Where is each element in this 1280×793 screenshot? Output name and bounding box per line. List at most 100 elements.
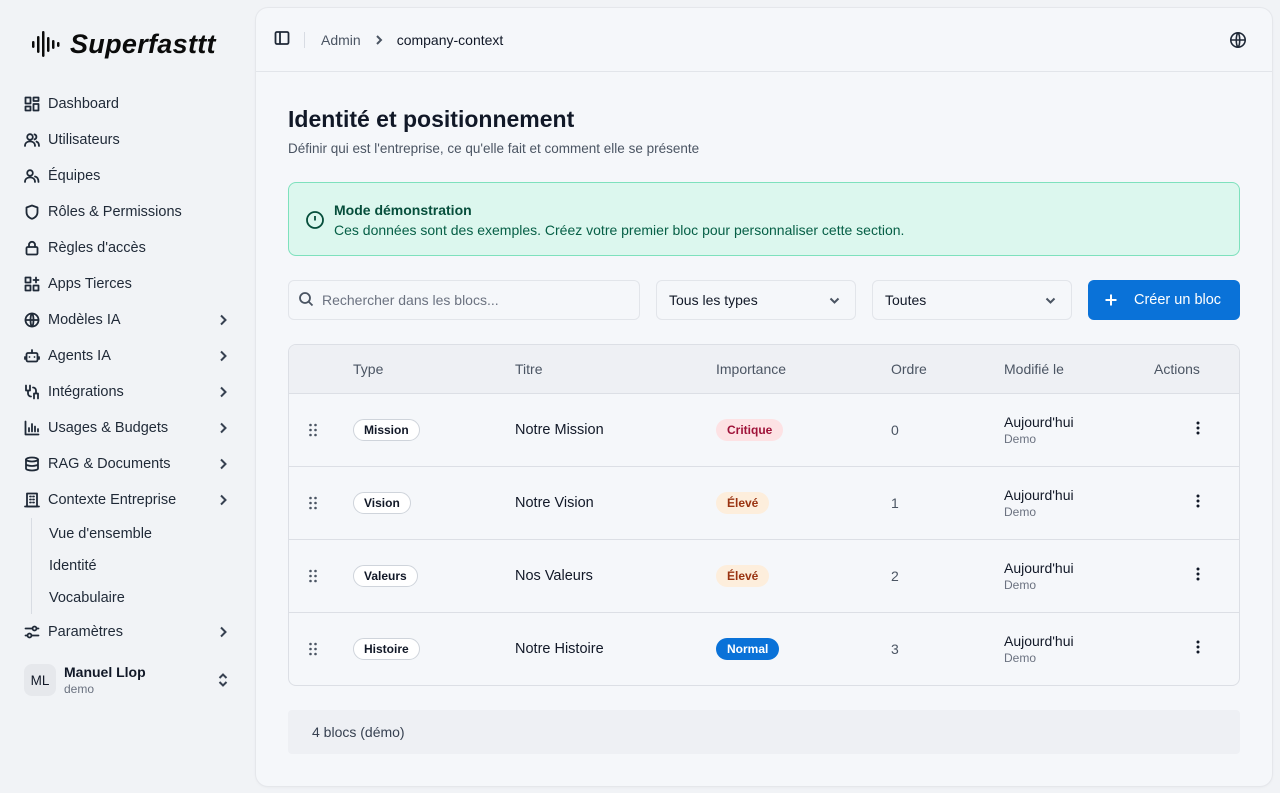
sidebar-item-usages[interactable]: Usages & Budgets (16, 410, 240, 446)
importance-filter-value: Toutes (885, 292, 927, 308)
order-value: 1 (891, 465, 1004, 539)
sidebar-item-integrations[interactable]: Intégrations (16, 374, 240, 410)
user-role: demo (64, 682, 95, 696)
sidebar-item-label: Usages & Budgets (48, 420, 169, 436)
users-icon (24, 132, 40, 148)
sidebar-item-regles[interactable]: Règles d'accès (16, 230, 240, 266)
plus-icon (1104, 293, 1118, 307)
col-type[interactable]: Type (353, 345, 515, 394)
col-title[interactable]: Titre (515, 345, 716, 394)
col-drag (289, 345, 353, 394)
col-order[interactable]: Ordre (891, 345, 1004, 394)
more-actions-icon[interactable] (1191, 494, 1205, 512)
importance-badge: Élevé (716, 564, 770, 587)
sidebar-item-agents-ia[interactable]: Agents IA (16, 338, 240, 374)
create-block-label: Créer un bloc (1134, 292, 1222, 308)
col-importance[interactable]: Importance (716, 345, 891, 394)
order-value: 0 (891, 421, 899, 438)
chevron-down-icon (1044, 294, 1057, 310)
sidebar-subitem-vue-ensemble[interactable]: Vue d'ensemble (49, 518, 240, 550)
page-title: Identité et positionnement (288, 106, 575, 132)
chevron-right-icon (216, 457, 230, 471)
sidebar-item-equipes[interactable]: Équipes (16, 158, 240, 194)
sidebar-item-dashboard[interactable]: Dashboard (16, 86, 240, 122)
alert-text: Ces données sont des exemples. Créez vot… (334, 222, 905, 238)
integrations-icon (24, 384, 40, 400)
block-title[interactable]: Nos Valeurs (515, 538, 716, 612)
sidebar-toggle-icon[interactable] (274, 30, 290, 49)
type-filter-value: Tous les types (669, 292, 758, 308)
dashboard-icon (24, 96, 40, 112)
search-box[interactable] (288, 280, 640, 320)
more-actions-icon[interactable] (1191, 640, 1205, 658)
shield-icon (24, 204, 40, 220)
sidebar-item-label: Intégrations (48, 384, 124, 400)
importance-filter-select[interactable]: Toutes (872, 280, 1072, 320)
sidebar-subitem-vocabulaire[interactable]: Vocabulaire (49, 582, 240, 614)
lock-icon (24, 240, 40, 256)
blocks-table: Type Titre Importance Ordre Modifié le A… (288, 344, 1240, 686)
sidebar-item-label: Équipes (48, 168, 101, 184)
sidebar-item-label: Dashboard (48, 96, 119, 112)
demo-mode-alert: Mode démonstration Ces données sont des … (288, 182, 1240, 256)
type-filter-select[interactable]: Tous les types (656, 280, 856, 320)
app-name: Superfasttt (70, 28, 216, 59)
sidebar-item-contexte[interactable]: Contexte Entreprise (16, 482, 240, 518)
table-body: Mission Notre Mission Critique 0 Aujourd… (289, 393, 1239, 685)
table-row[interactable]: Vision Notre Vision Élevé 1 Aujourd'hui D… (289, 465, 1239, 539)
type-badge: Mission (353, 418, 420, 441)
sidebar-item-apps[interactable]: Apps Tierces (16, 266, 240, 302)
table-row[interactable]: Histoire Notre Histoire Normal 3 Aujourd… (289, 611, 1239, 685)
database-icon (24, 456, 40, 472)
search-icon (298, 291, 314, 310)
sidebar-item-modeles-ia[interactable]: Modèles IA (16, 302, 240, 338)
top-bar: Admin company-context (256, 8, 1272, 72)
logo-icon (32, 31, 60, 57)
col-modified[interactable]: Modifié le (1004, 345, 1154, 394)
importance-badge: Élevé (716, 491, 770, 514)
create-block-button[interactable]: Créer un bloc (1088, 280, 1240, 320)
modified-by: Demo (1004, 577, 1037, 592)
block-title[interactable]: Notre Mission (515, 393, 716, 466)
breadcrumb-admin[interactable]: Admin (321, 32, 361, 48)
chevron-right-icon (216, 421, 230, 435)
modified-by: Demo (1004, 650, 1037, 665)
block-title[interactable]: Notre Histoire (515, 611, 716, 685)
sidebar-item-utilisateurs[interactable]: Utilisateurs (16, 122, 240, 158)
more-actions-icon[interactable] (1191, 421, 1205, 439)
drag-handle-icon[interactable] (289, 496, 319, 513)
user-info: Manuel Llop demo (64, 664, 146, 696)
sidebar: Superfasttt Dashboard Utilisateurs Équip… (0, 0, 256, 793)
type-badge: Vision (353, 491, 411, 514)
sidebar-item-label: Paramètres (48, 624, 123, 640)
divider (304, 31, 305, 48)
type-badge: Valeurs (353, 564, 418, 587)
importance-badge: Critique (716, 418, 784, 441)
sidebar-item-roles[interactable]: Rôles & Permissions (16, 194, 240, 230)
sidebar-subitem-identite[interactable]: Identité (49, 550, 240, 582)
sidebar-item-label: Règles d'accès (48, 240, 146, 256)
table-header-row: Type Titre Importance Ordre Modifié le A… (289, 345, 1239, 394)
sidebar-item-label: Agents IA (48, 348, 111, 364)
language-globe-icon[interactable] (1229, 31, 1247, 52)
sidebar-item-parametres[interactable]: Paramètres (16, 614, 240, 650)
modified-by: Demo (1004, 431, 1037, 446)
sidebar-item-label: Utilisateurs (48, 132, 120, 148)
user-menu[interactable]: ML Manuel Llop demo (24, 660, 240, 700)
building-icon (24, 492, 40, 508)
globe-icon (24, 312, 40, 328)
sidebar-item-label: Modèles IA (48, 312, 121, 328)
table-row[interactable]: Mission Notre Mission Critique 0 Aujourd… (289, 393, 1239, 466)
sidebar-item-rag[interactable]: RAG & Documents (16, 446, 240, 482)
drag-handle-icon[interactable] (289, 423, 319, 440)
table-row[interactable]: Valeurs Nos Valeurs Élevé 2 Aujourd'hui D… (289, 538, 1239, 612)
drag-handle-icon[interactable] (289, 569, 319, 586)
drag-handle-icon[interactable] (289, 642, 319, 659)
block-title[interactable]: Notre Vision (515, 465, 716, 539)
search-input[interactable] (322, 292, 622, 308)
app-logo[interactable]: Superfasttt (30, 24, 216, 64)
more-actions-icon[interactable] (1191, 567, 1205, 585)
sidebar-item-label: Rôles & Permissions (48, 204, 182, 220)
order-value: 2 (891, 538, 1004, 612)
importance-badge: Normal (716, 637, 780, 660)
